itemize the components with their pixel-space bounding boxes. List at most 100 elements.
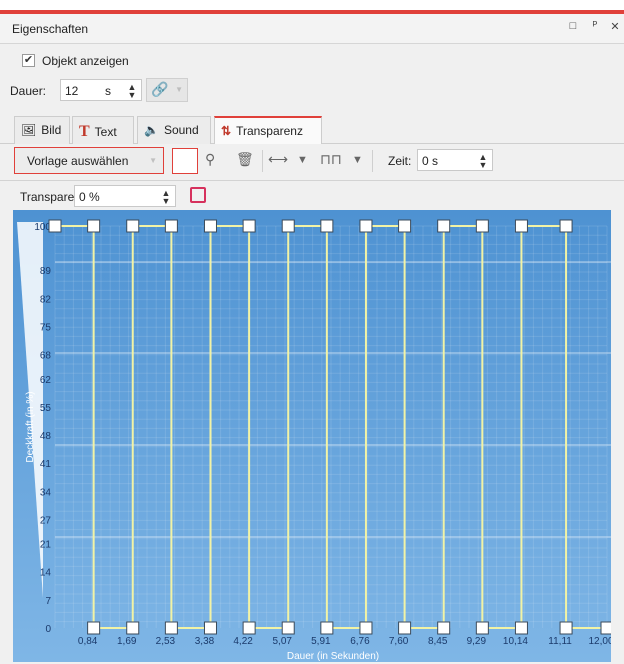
transparency-row: Transparenz: 0 % ▲ ▼ (0, 180, 624, 210)
keyframe-handle[interactable] (514, 621, 528, 635)
image-icon: 🖼 (21, 123, 37, 137)
x-tick-label: 4,22 (233, 636, 253, 647)
show-object-label: Objekt anzeigen (42, 54, 129, 68)
keyframe-handle[interactable] (87, 219, 101, 233)
chart-canvas[interactable]: 100898275686255484134272114700,84 1,69 2,5… (13, 210, 611, 662)
y-tick-label: 34 (40, 487, 52, 498)
panel-titlebar: Eigenschaften □ ᴾ ✕ (0, 14, 624, 44)
transparency-chart[interactable]: 100 89 82 75 68 62 55 48 41 34 27 21 14 7 0 0,84 1,69 2,5… (13, 210, 611, 662)
close-icon[interactable]: ✕ (608, 20, 622, 33)
keyframe-handle[interactable] (359, 219, 373, 233)
link-button[interactable]: 🔗 ▼ (146, 78, 188, 102)
y-tick-label: 27 (40, 515, 52, 526)
chevron-down-icon: ▼ (175, 85, 183, 94)
duration-unit: s (105, 84, 111, 98)
spin-down-icon[interactable]: ▼ (478, 161, 488, 170)
keyframe-handle[interactable] (514, 219, 528, 233)
spin-down-icon[interactable]: ▼ (161, 197, 171, 206)
time-field[interactable]: 0 s ▲ ▼ (417, 149, 493, 171)
duration-label: Dauer: (10, 84, 47, 98)
keyframe-handle[interactable] (359, 621, 373, 635)
x-tick-label: 12,00 (588, 636, 611, 647)
y-tick-label: 48 (40, 431, 52, 442)
keyframe-handle[interactable] (242, 621, 256, 635)
link-icon: 🔗 (151, 81, 169, 97)
tab-transparenz[interactable]: ⇅ Transparenz (214, 116, 322, 144)
tab-sound[interactable]: 🔈 Sound (137, 116, 211, 144)
keyframe-handle[interactable] (559, 219, 573, 233)
x-tick-label: 11,11 (548, 636, 572, 647)
keyframe-handle[interactable] (164, 621, 178, 635)
keyframe-handle[interactable] (320, 219, 334, 233)
y-tick-label: 68 (40, 351, 52, 362)
y-tick-label: 62 (40, 375, 52, 386)
keyframe-handle[interactable] (281, 219, 295, 233)
tab-label: Sound (163, 123, 199, 137)
y-axis-label: Deckkraft (in %) (25, 391, 36, 462)
delete-icon[interactable]: 🗑 (236, 151, 254, 168)
y-tick-label: 0 (45, 624, 51, 635)
keyframe-handle[interactable] (559, 621, 573, 635)
curve-tool-icon[interactable] (172, 148, 198, 174)
sound-icon: 🔈 (144, 123, 159, 137)
y-tick-label: 7 (45, 596, 51, 607)
x-tick-label: 7,60 (389, 636, 409, 647)
x-tick-label: 0,84 (78, 636, 98, 647)
x-axis-label: Dauer (in Sekunden) (287, 651, 379, 662)
keyframe-handle[interactable] (437, 621, 451, 635)
maximize-icon[interactable]: □ (566, 20, 580, 32)
keyframe-handle[interactable] (203, 621, 217, 635)
keyframe-handle[interactable] (600, 621, 611, 635)
keyframe-handle[interactable] (437, 219, 451, 233)
keyframe-handle[interactable] (126, 621, 140, 635)
panel-title: Eigenschaften (12, 22, 89, 36)
tab-bild[interactable]: 🖼 Bild (14, 116, 70, 144)
keyframe-handle[interactable] (475, 219, 489, 233)
x-tick-label: 5,91 (311, 636, 331, 647)
x-tick-label: 10,14 (503, 636, 528, 647)
y-tick-label: 55 (40, 403, 52, 414)
keyframe-handle[interactable] (320, 621, 334, 635)
duration-field[interactable]: 12 s ▲ ▼ (60, 79, 142, 101)
y-tick-label: 89 (40, 266, 52, 277)
keyframe-handle[interactable] (398, 219, 412, 233)
keyframe-handle[interactable] (242, 219, 256, 233)
x-tick-label: 5,07 (272, 636, 292, 647)
keyframe-handle[interactable] (126, 219, 140, 233)
show-object-checkbox[interactable]: ✔ (22, 54, 35, 67)
window-top (0, 0, 624, 14)
y-tick-label: 82 (40, 294, 52, 305)
tab-bar: 🖼 Bild T Text 🔈 Sound ⇅ Transparenz (0, 110, 624, 144)
keyframe-handle[interactable] (48, 219, 62, 233)
chevron-down-icon: ▼ (149, 156, 157, 165)
save-icon[interactable] (190, 187, 206, 203)
x-tick-label: 2,53 (156, 636, 176, 647)
time-value: 0 s (422, 154, 439, 168)
key-tool-icon[interactable]: ⚲ (205, 151, 215, 168)
chevron-down-icon[interactable]: ▼ (352, 154, 363, 166)
y-tick-label: 14 (40, 568, 52, 579)
time-label: Zeit: (388, 154, 412, 168)
spin-down-icon[interactable]: ▼ (127, 91, 137, 100)
tab-text[interactable]: T Text (72, 116, 134, 144)
keyframe-handle[interactable] (281, 621, 295, 635)
x-tick-label: 3,38 (195, 636, 215, 647)
x-tick-label: 8,45 (428, 636, 448, 647)
chevron-down-icon[interactable]: ▼ (297, 154, 308, 166)
transparency-field[interactable]: 0 % ▲ ▼ (74, 185, 176, 207)
square-wave-icon[interactable]: ⊓⊓ (320, 151, 342, 168)
keyframe-handle[interactable] (475, 621, 489, 635)
template-dropdown[interactable]: Vorlage auswählen ▼ (14, 147, 164, 174)
pin-icon[interactable]: ᴾ (588, 20, 602, 32)
tab-label: Text (94, 125, 117, 139)
keyframe-handle[interactable] (164, 219, 178, 233)
keyframe-handle[interactable] (203, 219, 217, 233)
tab-label: Bild (41, 123, 62, 137)
separator (372, 150, 373, 172)
stretch-icon[interactable]: ⟷ (268, 151, 288, 168)
x-tick-label: 9,29 (467, 636, 487, 647)
keyframe-handle[interactable] (398, 621, 412, 635)
text-icon: T (79, 123, 90, 140)
x-tick-label: 6,76 (350, 636, 370, 647)
keyframe-handle[interactable] (87, 621, 101, 635)
